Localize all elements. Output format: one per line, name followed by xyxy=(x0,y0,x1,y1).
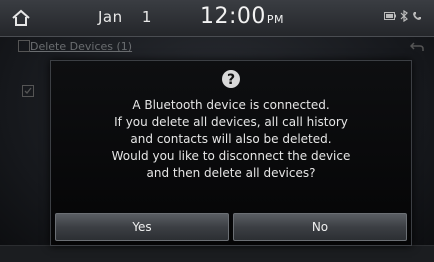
message-line: If you delete all devices, all call hist… xyxy=(114,115,348,129)
status-icons xyxy=(384,10,422,22)
back-button[interactable] xyxy=(409,38,424,57)
date-day: 1 xyxy=(141,8,152,26)
clock-time: 12:00 xyxy=(200,4,266,29)
no-button[interactable]: No xyxy=(233,213,407,241)
checkbox-icon xyxy=(22,85,34,97)
clock: 12:00PM xyxy=(200,4,284,29)
dialog-message: A Bluetooth device is connected. If you … xyxy=(51,97,411,182)
date-month: Jan xyxy=(98,8,123,26)
message-line: and then delete all devices? xyxy=(146,166,316,180)
message-line: A Bluetooth device is connected. xyxy=(132,98,330,112)
message-line: Would you like to disconnect the device xyxy=(111,149,351,163)
clock-ampm: PM xyxy=(266,13,285,26)
date-display: Jan 1 xyxy=(98,8,152,26)
bluetooth-icon xyxy=(400,10,408,22)
home-button[interactable] xyxy=(8,6,34,30)
checkbox[interactable] xyxy=(22,82,34,101)
list-icon xyxy=(18,40,30,52)
confirm-dialog: ? A Bluetooth device is connected. If yo… xyxy=(50,60,412,246)
phone-icon xyxy=(413,12,421,20)
back-icon xyxy=(409,42,424,51)
battery-icon xyxy=(384,12,396,20)
svg-text:?: ? xyxy=(227,72,235,88)
dialog-buttons: Yes No xyxy=(55,213,407,241)
message-line: and contacts will also be deleted. xyxy=(130,132,332,146)
status-bar: Jan 1 12:00PM xyxy=(0,0,434,37)
background-title: Delete Devices (1) xyxy=(30,40,133,53)
yes-button[interactable]: Yes xyxy=(55,213,229,241)
home-icon xyxy=(12,9,30,26)
question-icon: ? xyxy=(221,69,241,89)
screen: Jan 1 12:00PM Delete Devices (1) ? A Blu… xyxy=(0,0,434,262)
bottom-bar xyxy=(0,245,434,262)
